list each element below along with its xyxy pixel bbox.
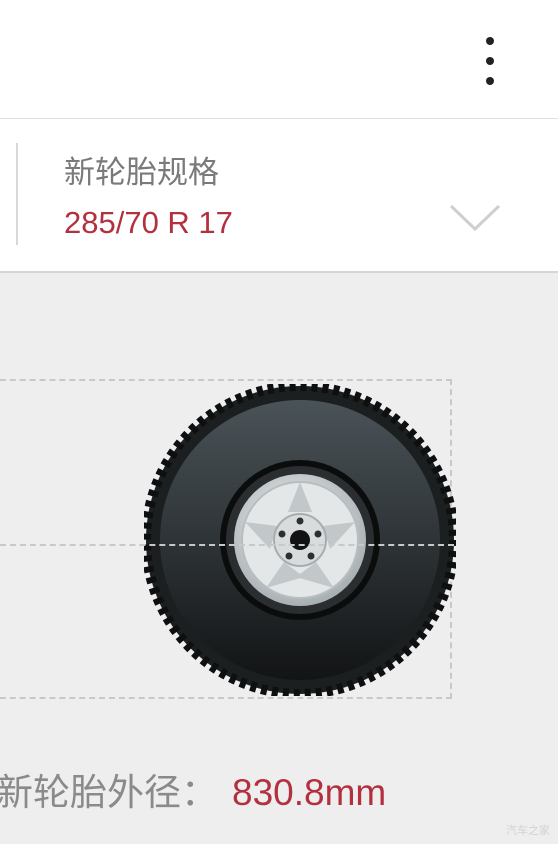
spec-value[interactable]: 285/70 R 17 <box>64 205 233 241</box>
more-vert-icon-dot <box>486 77 494 85</box>
divider <box>16 143 18 245</box>
diameter-result: 新轮胎外径： 830.8mm <box>0 762 387 814</box>
more-vert-icon-dot <box>486 57 494 65</box>
tire-illustration <box>144 384 456 696</box>
watermark: 汽车之家 <box>506 824 550 837</box>
more-vert-icon <box>486 37 494 45</box>
diameter-value: 830.8mm <box>232 772 387 813</box>
tire-preview-area <box>0 272 558 844</box>
tire-center-line <box>0 544 454 546</box>
diameter-label: 新轮胎外径： <box>0 771 218 814</box>
more-options-button[interactable] <box>466 30 514 92</box>
tire-spec-selector[interactable]: 新轮胎规格 285/70 R 17 <box>0 119 558 273</box>
top-app-bar <box>0 0 558 119</box>
spec-label: 新轮胎规格 <box>64 155 219 191</box>
chevron-down-icon[interactable] <box>448 203 502 233</box>
